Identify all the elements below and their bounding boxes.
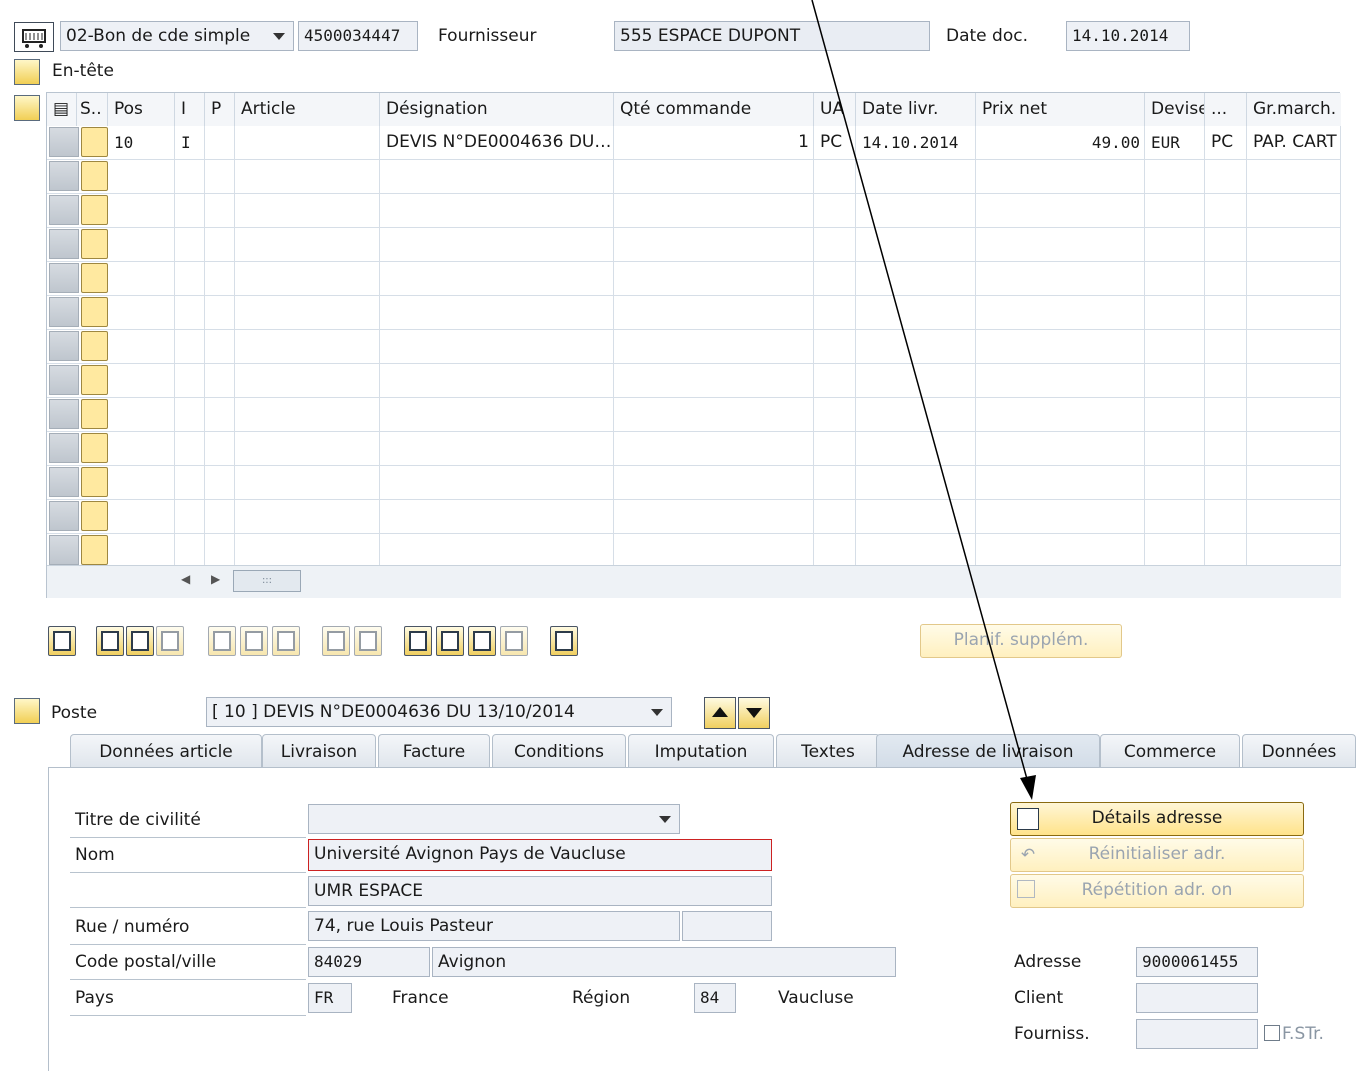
- annotation-arrow: [811, 0, 1036, 800]
